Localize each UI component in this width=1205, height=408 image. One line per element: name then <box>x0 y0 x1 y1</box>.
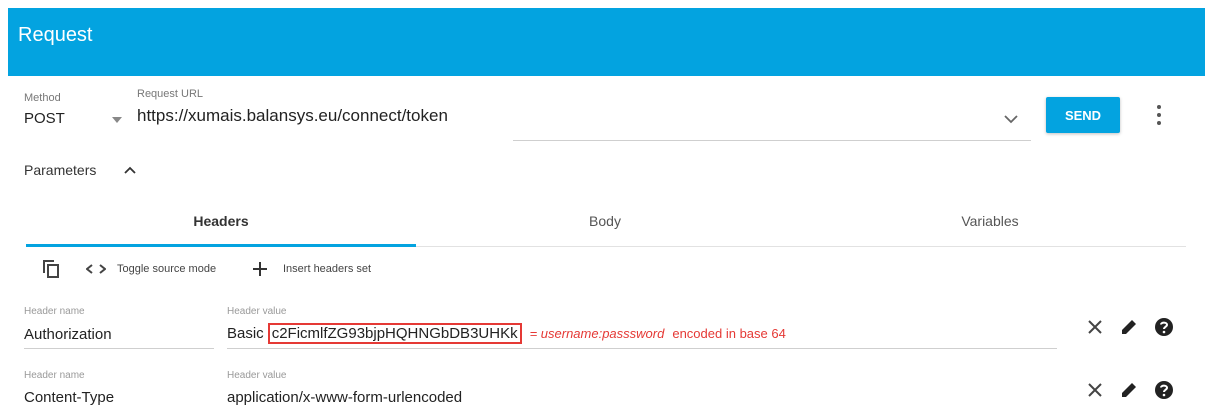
url-label: Request URL <box>137 88 204 100</box>
toggle-source-mode-button[interactable]: Toggle source mode <box>117 263 216 275</box>
request-header-bar <box>8 8 1205 76</box>
method-dropdown-icon <box>112 117 122 123</box>
header-value-label: Header value <box>227 306 287 317</box>
send-button[interactable]: SEND <box>1046 97 1120 133</box>
tab-headers[interactable]: Headers <box>26 213 416 229</box>
plus-icon[interactable] <box>253 262 267 276</box>
header-value-input[interactable]: application/x-www-form-urlencoded <box>227 389 462 406</box>
method-value: POST <box>24 110 65 127</box>
close-icon[interactable] <box>1088 320 1102 334</box>
copy-icon[interactable] <box>42 259 60 279</box>
chevron-down-icon[interactable] <box>1004 114 1018 124</box>
code-icon[interactable] <box>86 264 106 274</box>
close-icon[interactable] <box>1088 383 1102 397</box>
more-vert-icon[interactable] <box>1156 104 1162 126</box>
encoded-token-highlight: c2FicmlfZG93bjpHQHNGbDB3UHKk <box>267 323 522 344</box>
header-value-prefix: Basic <box>227 325 264 342</box>
tab-selected-indicator <box>26 244 416 247</box>
header-name-label: Header name <box>24 370 85 381</box>
annotation-base64: encoded in base 64 <box>672 326 786 341</box>
header-name-input[interactable]: Authorization <box>24 326 112 343</box>
help-icon[interactable] <box>1154 317 1174 337</box>
parameters-toggle[interactable]: Parameters <box>24 162 96 178</box>
header-value-underline <box>227 348 1057 349</box>
header-name-label: Header name <box>24 306 85 317</box>
header-name-underline <box>24 348 214 349</box>
insert-headers-set-button[interactable]: Insert headers set <box>283 263 371 275</box>
tab-body[interactable]: Body <box>410 213 800 229</box>
url-input[interactable]: https://xumais.balansys.eu/connect/token <box>137 106 448 126</box>
edit-icon[interactable] <box>1120 381 1138 399</box>
tab-variables[interactable]: Variables <box>795 213 1185 229</box>
page-title: Request <box>18 24 93 46</box>
header-value-input[interactable]: Basic c2FicmlfZG93bjpHQHNGbDB3UHKk = use… <box>227 323 786 344</box>
edit-icon[interactable] <box>1120 318 1138 336</box>
header-value-label: Header value <box>227 370 287 381</box>
annotation-username-password: = username:passsword <box>529 326 665 341</box>
chevron-up-icon[interactable] <box>124 166 136 174</box>
help-icon[interactable] <box>1154 380 1174 400</box>
header-name-input[interactable]: Content-Type <box>24 389 114 406</box>
url-underline <box>513 140 1031 141</box>
method-select[interactable]: POST <box>24 106 130 136</box>
method-label: Method <box>24 92 61 104</box>
parameters-label: Parameters <box>24 162 97 178</box>
